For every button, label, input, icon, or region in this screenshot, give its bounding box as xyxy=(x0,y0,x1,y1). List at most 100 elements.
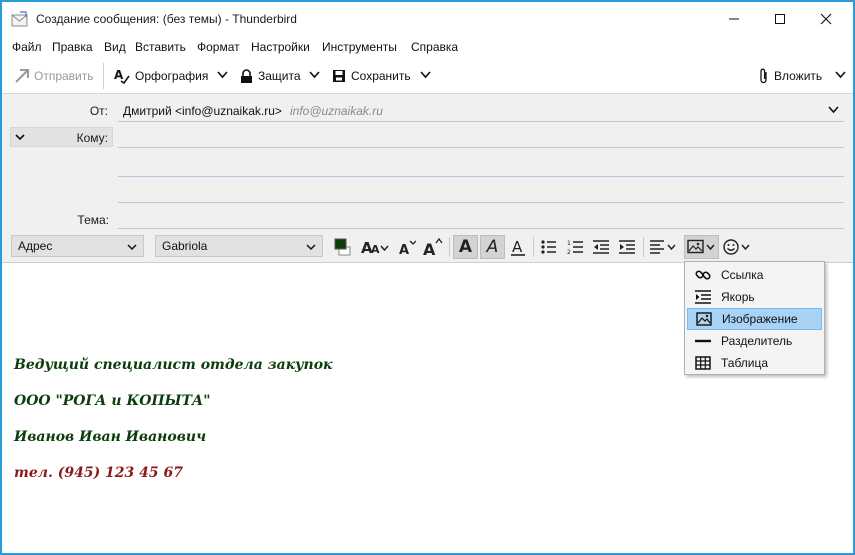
attach-label: Вложить xyxy=(774,69,823,83)
toolbar-divider xyxy=(103,63,104,89)
close-button[interactable] xyxy=(803,2,849,36)
recipient-type-selector[interactable]: Кому: xyxy=(10,127,113,147)
svg-text:2: 2 xyxy=(567,249,571,255)
subject-field[interactable] xyxy=(118,228,844,229)
paragraph-style-select[interactable]: Адрес xyxy=(11,235,144,257)
insert-image-icon xyxy=(686,239,715,254)
signature-line: Иванов Иван Иванович xyxy=(14,429,207,445)
menu-options[interactable]: Настройки xyxy=(251,40,310,54)
security-dropdown-icon[interactable] xyxy=(309,69,320,80)
maximize-button[interactable] xyxy=(757,2,803,36)
minimize-button[interactable] xyxy=(711,2,757,36)
spellcheck-icon: A xyxy=(114,68,130,84)
spelling-label: Орфография xyxy=(135,69,209,83)
recipient-input-area[interactable] xyxy=(118,128,844,188)
attach-button[interactable]: Вложить xyxy=(759,67,822,85)
svg-text:A: A xyxy=(114,68,124,82)
send-button[interactable]: Отправить xyxy=(15,67,94,85)
insert-menu-popup: Ссылка Якорь Изображение Разделитель Таб… xyxy=(684,261,825,375)
menu-edit[interactable]: Правка xyxy=(52,40,93,54)
decrease-indent-button[interactable] xyxy=(590,235,612,259)
svg-text:A: A xyxy=(512,238,523,256)
underline-button[interactable]: A xyxy=(507,235,529,259)
menu-format[interactable]: Формат xyxy=(197,40,240,54)
insert-image-item[interactable]: Изображение xyxy=(687,308,822,330)
underline-icon: A xyxy=(511,238,525,256)
menu-insert[interactable]: Вставить xyxy=(135,40,186,54)
text-color-swatch-icon xyxy=(334,238,351,256)
svg-text:A: A xyxy=(371,243,380,256)
table-icon xyxy=(695,356,711,370)
insert-link-item[interactable]: Ссылка xyxy=(687,264,822,286)
menu-tools[interactable]: Инструменты xyxy=(322,40,397,54)
font-size-button[interactable]: AA xyxy=(361,235,391,259)
link-icon xyxy=(695,270,711,280)
font-select[interactable]: Gabriola xyxy=(155,235,323,257)
format-divider xyxy=(449,237,450,257)
format-divider xyxy=(643,237,644,257)
larger-text-button[interactable]: A xyxy=(422,235,444,259)
align-button[interactable] xyxy=(649,235,679,259)
italic-button[interactable]: A xyxy=(480,235,505,259)
numbered-list-icon: 12 xyxy=(567,240,583,255)
message-headers: От: Дмитрий <info@uznaikak.ru> info@uzna… xyxy=(2,94,853,230)
insert-image-label: Изображение xyxy=(722,312,798,326)
menu-file[interactable]: Файл xyxy=(12,40,42,54)
image-icon xyxy=(696,312,712,326)
lock-icon xyxy=(241,68,252,83)
bullet-list-icon xyxy=(541,240,556,254)
format-toolbar: Адрес Gabriola AA A A A A A 1 2 xyxy=(2,230,853,263)
insert-button[interactable] xyxy=(684,235,719,259)
italic-icon: A xyxy=(486,236,499,257)
text-color-button[interactable] xyxy=(332,235,354,259)
smiley-icon xyxy=(723,239,750,255)
bold-button[interactable]: A xyxy=(453,235,478,259)
paragraph-style-value: Адрес xyxy=(18,239,53,253)
insert-anchor-label: Якорь xyxy=(721,290,755,304)
signature-line: ООО "РОГА и КОПЫТА" xyxy=(14,393,211,409)
save-label: Сохранить xyxy=(351,69,411,83)
recipient-row-line xyxy=(118,147,844,148)
format-divider xyxy=(533,237,534,257)
maximize-icon xyxy=(775,14,785,24)
paperclip-icon xyxy=(760,68,767,84)
increase-indent-button[interactable] xyxy=(616,235,638,259)
insert-anchor-item[interactable]: Якорь xyxy=(687,286,822,308)
spelling-dropdown-icon[interactable] xyxy=(217,69,228,80)
spelling-button[interactable]: A Орфография xyxy=(114,67,208,85)
security-label: Защита xyxy=(258,69,301,83)
menu-view[interactable]: Вид xyxy=(104,40,126,54)
title-bar: Создание сообщения: (без темы) - Thunder… xyxy=(2,2,853,36)
chevron-down-icon xyxy=(306,244,316,251)
svg-text:1: 1 xyxy=(567,240,571,247)
insert-link-label: Ссылка xyxy=(721,268,764,282)
bullet-list-button[interactable] xyxy=(538,235,560,259)
menu-bar: Файл Правка Вид Вставить Формат Настройк… xyxy=(2,36,853,58)
app-icon xyxy=(11,11,28,27)
font-size-icon: AA xyxy=(361,239,389,256)
insert-table-label: Таблица xyxy=(721,356,769,370)
from-field[interactable]: Дмитрий <info@uznaikak.ru> xyxy=(123,104,282,118)
smaller-text-button[interactable]: A xyxy=(397,235,417,259)
window-title: Создание сообщения: (без темы) - Thunder… xyxy=(36,12,297,26)
security-button[interactable]: Защита xyxy=(240,67,301,85)
anchor-icon xyxy=(695,290,711,304)
emoticon-button[interactable] xyxy=(723,235,753,259)
chevron-down-icon xyxy=(127,244,137,251)
insert-horizontal-line-item[interactable]: Разделитель xyxy=(687,330,822,352)
insert-table-item[interactable]: Таблица xyxy=(687,352,822,374)
align-left-icon xyxy=(650,240,676,254)
compose-toolbar: Отправить A Орфография Защита Сохранить … xyxy=(2,58,853,94)
from-label: От: xyxy=(89,104,108,118)
save-dropdown-icon[interactable] xyxy=(420,69,431,80)
minimize-icon xyxy=(729,18,739,20)
send-label: Отправить xyxy=(34,69,94,83)
from-underline xyxy=(118,121,844,122)
insert-horizontal-line-label: Разделитель xyxy=(721,334,793,348)
numbered-list-button[interactable]: 12 xyxy=(564,235,586,259)
smaller-text-icon: A xyxy=(399,240,416,256)
from-dropdown-icon[interactable] xyxy=(828,106,839,114)
menu-help[interactable]: Справка xyxy=(411,40,458,54)
save-button[interactable]: Сохранить xyxy=(332,67,411,85)
attach-dropdown-icon[interactable] xyxy=(835,69,846,80)
